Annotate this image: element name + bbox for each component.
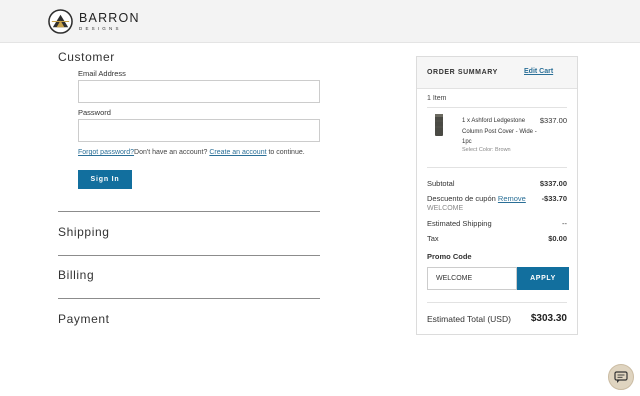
- password-field[interactable]: [78, 119, 320, 142]
- section-divider: [58, 211, 320, 212]
- brand-logo[interactable]: BARRON DESIGNS: [48, 9, 140, 34]
- section-divider: [58, 255, 320, 256]
- discount-row: Descuento de cupón Remove: [427, 194, 526, 203]
- order-summary: ORDER SUMMARY Edit Cart 1 Item 1 x Ashfo…: [416, 56, 578, 335]
- create-account-link[interactable]: Create an account: [209, 149, 266, 156]
- section-divider: [58, 298, 320, 299]
- discount-code: WELCOME: [427, 205, 464, 212]
- login-help-text: Forgot password?Don't have an account? C…: [78, 149, 305, 156]
- payment-heading[interactable]: Payment: [58, 312, 110, 326]
- logo-text: BARRON DESIGNS: [79, 12, 140, 31]
- email-field[interactable]: [78, 80, 320, 103]
- item-option: Select Color: Brown: [462, 147, 511, 153]
- forgot-password-link[interactable]: Forgot password?: [78, 149, 134, 156]
- summary-divider: [427, 107, 567, 108]
- tax-label: Tax: [427, 234, 439, 243]
- subtotal-label: Subtotal: [427, 179, 455, 188]
- item-description: 1 x Ashford Ledgestone Column Post Cover…: [462, 118, 537, 145]
- order-summary-title: ORDER SUMMARY: [427, 69, 498, 76]
- continue-text: to continue.: [268, 149, 305, 156]
- promo-code-input[interactable]: [427, 267, 517, 290]
- site-header: BARRON DESIGNS: [0, 0, 640, 43]
- email-label: Email Address: [78, 69, 126, 78]
- item-count: 1 Item: [427, 95, 447, 102]
- password-label: Password: [78, 108, 111, 117]
- barron-logo-icon: [48, 9, 73, 34]
- no-account-text: Don't have an account?: [134, 149, 208, 156]
- item-price: $337.00: [539, 116, 567, 125]
- chat-button[interactable]: [608, 364, 634, 390]
- apply-promo-button[interactable]: APPLY: [517, 267, 569, 290]
- estimated-total-label: Estimated Total (USD): [427, 314, 511, 324]
- summary-divider: [427, 167, 567, 168]
- column-post-cover-image: [435, 114, 443, 136]
- billing-heading[interactable]: Billing: [58, 268, 94, 282]
- brand-name: BARRON: [79, 11, 140, 25]
- customer-heading: Customer: [58, 50, 115, 64]
- discount-value: -$33.70: [541, 194, 567, 203]
- order-summary-header: ORDER SUMMARY Edit Cart: [417, 57, 577, 89]
- estimated-total-value: $303.30: [530, 313, 567, 324]
- remove-coupon-link[interactable]: Remove: [498, 194, 526, 203]
- summary-divider: [427, 302, 567, 303]
- shipping-estimate-value: --: [562, 219, 567, 228]
- brand-tagline: DESIGNS: [79, 25, 122, 31]
- promo-code-label: Promo Code: [427, 252, 472, 261]
- shipping-estimate-label: Estimated Shipping: [427, 219, 492, 228]
- shipping-heading[interactable]: Shipping: [58, 225, 110, 239]
- chat-bubble-icon: [614, 370, 628, 383]
- tax-value: $0.00: [548, 234, 567, 243]
- subtotal-value: $337.00: [539, 179, 567, 188]
- discount-label: Descuento de cupón: [427, 194, 496, 203]
- sign-in-button[interactable]: Sign In: [78, 170, 132, 189]
- edit-cart-link[interactable]: Edit Cart: [524, 68, 553, 75]
